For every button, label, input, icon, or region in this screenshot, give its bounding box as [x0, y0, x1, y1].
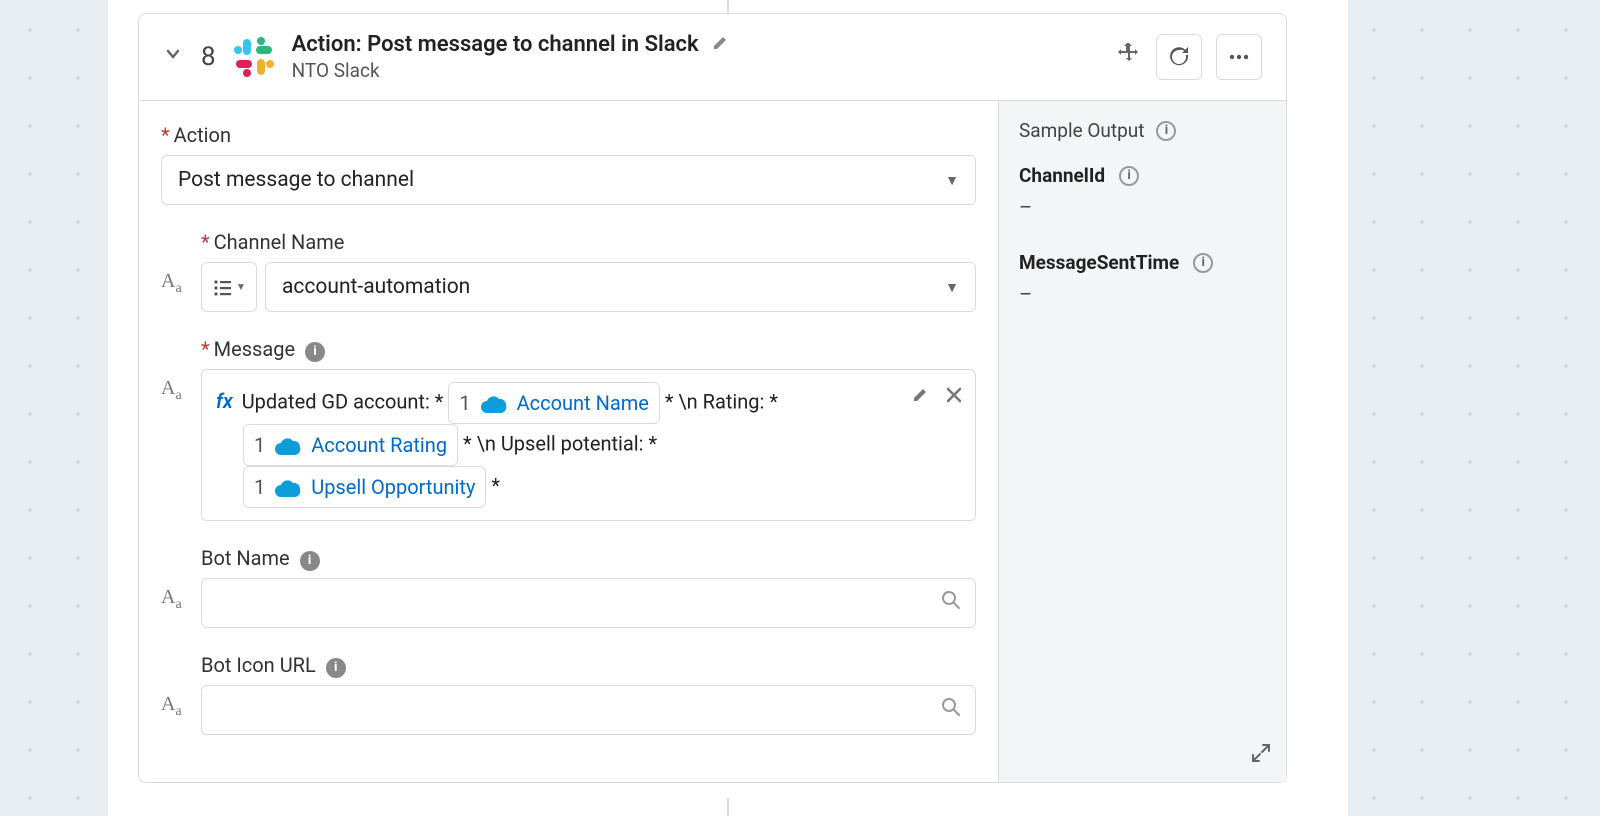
step-number: 8: [201, 42, 216, 72]
salesforce-icon: [479, 392, 509, 414]
text-type-icon: Aa: [161, 270, 182, 297]
fx-indicator: fx: [216, 389, 233, 413]
chevron-down-icon: ▼: [945, 172, 959, 189]
channel-mode-select[interactable]: ▼: [201, 262, 257, 312]
sample-output-title: Sample Output: [1019, 119, 1144, 142]
output-key-messagesent: MessageSentTime: [1019, 251, 1179, 274]
form-area: Action Post message to channel ▼ Aa Chan…: [139, 101, 998, 782]
move-icon[interactable]: [1116, 41, 1142, 73]
retry-button[interactable]: [1156, 34, 1202, 80]
output-key-channelid: ChannelId: [1019, 164, 1105, 187]
text-type-icon: Aa: [161, 693, 182, 720]
action-label: Action: [161, 123, 976, 147]
bot-name-input[interactable]: [201, 578, 976, 628]
bot-icon-url-input[interactable]: [201, 685, 976, 735]
chevron-down-icon: ▼: [945, 279, 959, 296]
card-header: 8 Action: Post message to channel in Sla…: [139, 14, 1286, 101]
info-icon[interactable]: i: [326, 658, 346, 678]
search-icon: [941, 590, 961, 616]
expand-icon[interactable]: [1250, 742, 1272, 770]
card-title: Action: Post message to channel in Slack: [292, 32, 699, 57]
bot-name-label: Bot Name: [201, 546, 290, 570]
edit-title-icon[interactable]: [711, 32, 731, 57]
info-icon[interactable]: i: [300, 551, 320, 571]
info-icon[interactable]: i: [1193, 253, 1213, 273]
slack-icon: [234, 37, 274, 77]
channel-select[interactable]: account-automation ▼: [265, 262, 976, 312]
edit-formula-icon[interactable]: [911, 380, 931, 416]
formula-text: * \n Upsell potential: *: [463, 431, 657, 455]
clear-formula-icon[interactable]: [945, 380, 963, 416]
salesforce-icon: [273, 476, 303, 498]
action-card: 8 Action: Post message to channel in Sla…: [138, 13, 1287, 783]
pill-account-name[interactable]: 1 Account Name: [448, 382, 660, 424]
text-type-icon: Aa: [161, 377, 182, 404]
pill-account-rating[interactable]: 1 Account Rating: [243, 424, 458, 466]
collapse-toggle-icon[interactable]: [163, 44, 183, 70]
info-icon[interactable]: i: [305, 342, 325, 362]
channel-select-value: account-automation: [282, 275, 470, 299]
formula-text: * \n Rating: *: [665, 389, 778, 413]
action-select[interactable]: Post message to channel ▼: [161, 155, 976, 205]
output-value-messagesent: –: [1019, 282, 1266, 306]
connector-top: [727, 0, 729, 14]
channel-label: Channel Name: [201, 230, 976, 254]
text-type-icon: Aa: [161, 586, 182, 613]
card-subtitle: NTO Slack: [292, 59, 731, 82]
pill-upsell-opportunity[interactable]: 1 Upsell Opportunity: [243, 466, 486, 508]
info-icon[interactable]: i: [1156, 121, 1176, 141]
search-icon: [941, 697, 961, 723]
connector-bottom: [727, 798, 729, 816]
output-value-channelid: –: [1019, 195, 1266, 219]
info-icon[interactable]: i: [1119, 166, 1139, 186]
message-formula-input[interactable]: fx Updated GD account: * 1 Account Name …: [201, 369, 976, 521]
formula-text: Updated GD account: *: [242, 389, 444, 413]
message-label: Message: [201, 337, 295, 361]
formula-text: *: [491, 473, 500, 497]
more-button[interactable]: [1216, 34, 1262, 80]
bot-icon-label: Bot Icon URL: [201, 653, 316, 677]
salesforce-icon: [273, 434, 303, 456]
sample-output-panel: Sample Output i ChannelId i – MessageSen…: [998, 101, 1286, 782]
action-select-value: Post message to channel: [178, 168, 414, 192]
